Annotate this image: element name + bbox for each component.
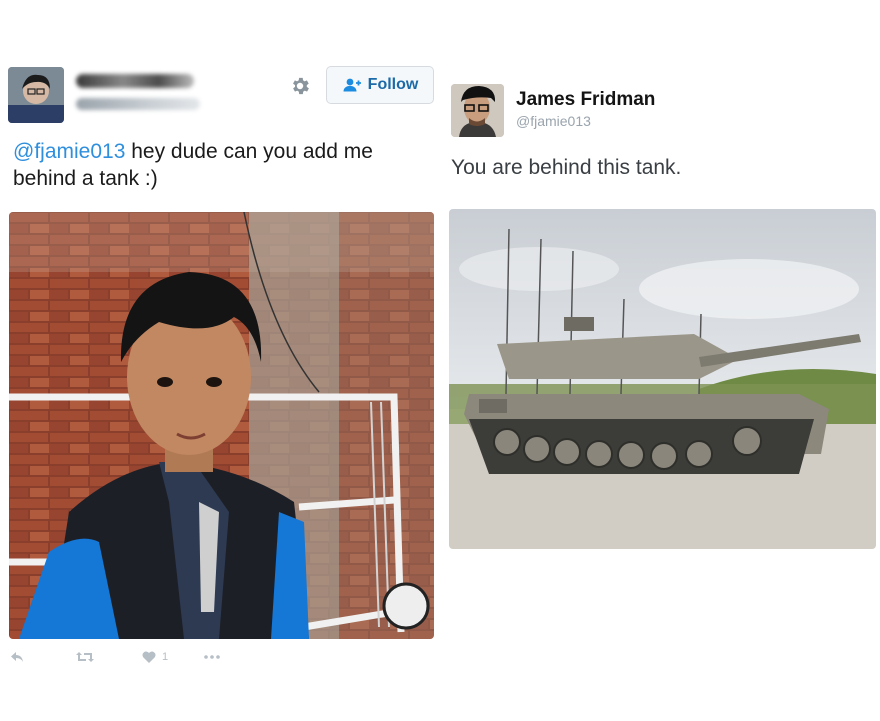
avatar-image [8,67,64,123]
selfie-photo[interactable] [9,212,434,639]
tweet-text: You are behind this tank. [451,156,682,179]
avatar-image [451,84,504,137]
gear-icon[interactable] [289,75,311,97]
heart-icon [142,651,156,663]
tweet-text: @fjamie013 hey dude can you add me behin… [13,138,433,192]
blurred-display-name [76,74,194,88]
tank-photo[interactable] [449,209,876,549]
retweet-icon[interactable] [76,651,94,663]
like-button[interactable]: 1 [142,651,168,663]
add-user-icon [343,78,361,92]
like-count: 1 [162,651,169,663]
avatar[interactable] [8,67,64,123]
follow-button[interactable]: Follow [326,66,434,104]
more-icon[interactable] [204,655,220,659]
display-name[interactable]: James Fridman [516,89,655,111]
mention-link[interactable]: @fjamie013 [13,140,125,163]
reply-icon[interactable] [10,651,24,663]
tweet-actions: 1 [10,648,220,666]
user-handle[interactable]: @fjamie013 [516,113,591,129]
follow-label: Follow [367,76,419,93]
blurred-handle [76,98,200,110]
avatar[interactable] [451,84,504,137]
